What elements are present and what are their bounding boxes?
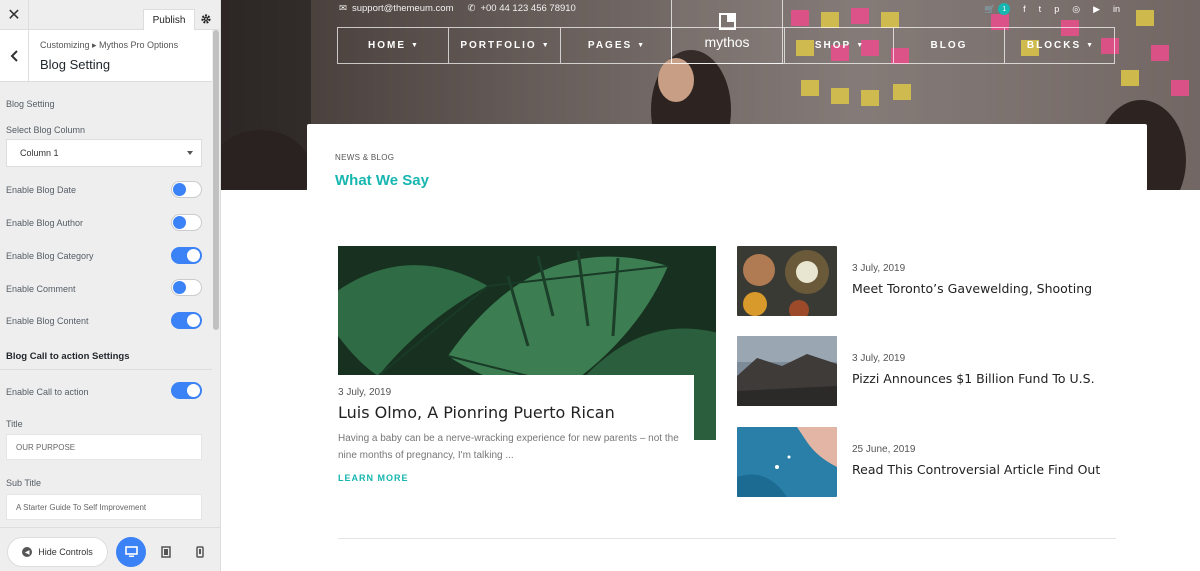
- chevron-down-icon: ▼: [541, 42, 549, 49]
- chevron-down-icon: ▼: [856, 42, 864, 49]
- nav-item-home[interactable]: HOME ▼: [338, 28, 449, 63]
- blog-date-toggle[interactable]: [171, 181, 202, 198]
- comment-toggle[interactable]: [171, 279, 202, 296]
- youtube-icon[interactable]: ▶: [1093, 4, 1100, 15]
- mail-icon: ✉: [339, 3, 347, 14]
- post-excerpt: Having a baby can be a nerve-wracking ex…: [338, 433, 679, 461]
- post-title[interactable]: Pizzi Announces $1 Billion Fund To U.S.: [852, 371, 1095, 386]
- post-date: 3 July, 2019: [852, 263, 906, 274]
- chevron-down-icon: ▼: [1086, 42, 1094, 49]
- list-item: 3 July, 2019 Meet Toronto’s Gavewelding,…: [737, 246, 1157, 316]
- sidebar-scrollbar[interactable]: [213, 30, 219, 330]
- title-label: Title: [6, 419, 23, 429]
- collapse-icon: ◀: [22, 547, 33, 557]
- site-preview: ✉ support@themeum.com ✆ +00 44 123 456 7…: [221, 0, 1200, 571]
- subtitle-field[interactable]: A Starter Guide To Self Improvement: [6, 494, 202, 520]
- post-date: 3 July, 2019: [852, 353, 906, 364]
- post-title[interactable]: Luis Olmo, A Pionring Puerto Rican: [338, 403, 615, 422]
- customizer-footer: ◀ Hide Controls: [0, 527, 220, 571]
- publish-button[interactable]: Publish: [143, 9, 195, 31]
- post-title[interactable]: Read This Controversial Article Find Out: [852, 462, 1100, 477]
- select-label: Select Blog Column: [6, 125, 86, 135]
- cart-count-badge: 1: [998, 3, 1011, 15]
- nav-item-shop[interactable]: SHOP ▼: [784, 28, 894, 63]
- customizer-window: ✕ Publish Customizing ▸ Mythos Pro Optio…: [0, 0, 1200, 571]
- email-text: support@themeum.com: [351, 3, 454, 14]
- instagram-icon[interactable]: ◎: [1072, 4, 1080, 15]
- hide-controls-label: Hide Controls: [38, 547, 93, 557]
- mobile-preview-icon[interactable]: [185, 537, 215, 567]
- linkedin-icon[interactable]: in: [1113, 4, 1120, 14]
- chevron-down-icon: ▼: [637, 42, 645, 49]
- toggle-label: Enable Comment: [6, 284, 76, 294]
- desktop-preview-icon[interactable]: [116, 537, 146, 567]
- select-value: Column 1: [20, 148, 59, 158]
- cart-icon[interactable]: 🛒: [984, 4, 995, 15]
- section-eyebrow: NEWS & BLOG: [335, 153, 395, 162]
- list-item: 3 July, 2019 Pizzi Announces $1 Billion …: [737, 336, 1157, 406]
- phone-contact[interactable]: ✆ +00 44 123 456 78910: [468, 3, 576, 14]
- nav-item-pages[interactable]: PAGES ▼: [561, 28, 672, 63]
- toggle-label: Enable Blog Author: [6, 218, 84, 228]
- twitter-icon[interactable]: t: [1039, 4, 1042, 14]
- title-field[interactable]: OUR PURPOSE: [6, 434, 202, 460]
- nav-item-blog[interactable]: BLOG: [894, 28, 1005, 63]
- blog-content-toggle[interactable]: [171, 312, 202, 329]
- site-logo[interactable]: mythos: [671, 0, 783, 64]
- facebook-icon[interactable]: f: [1023, 4, 1026, 14]
- post-thumbnail[interactable]: [737, 427, 837, 497]
- toggle-label: Enable Call to action: [6, 387, 89, 397]
- section-header: Customizing ▸ Mythos Pro Options Blog Se…: [0, 30, 212, 82]
- toggle-label: Enable Blog Content: [6, 316, 89, 326]
- logo-mark-icon: [718, 13, 736, 30]
- learn-more-link[interactable]: LEARN MORE: [338, 473, 409, 483]
- blog-author-toggle[interactable]: [171, 214, 202, 231]
- toggle-label: Enable Blog Date: [6, 185, 77, 195]
- blog-column-select[interactable]: Column 1: [6, 139, 202, 167]
- post-date: 25 June, 2019: [852, 444, 916, 455]
- chevron-down-icon: ▼: [411, 42, 418, 49]
- post-date: 3 July, 2019: [338, 387, 392, 398]
- toggle-label: Enable Blog Category: [6, 251, 94, 261]
- close-icon[interactable]: ✕: [0, 0, 29, 30]
- section-title: Blog Setting: [40, 57, 111, 72]
- section-title: What We Say: [335, 172, 429, 189]
- subtitle-label: Sub Title: [6, 478, 42, 488]
- phone-icon: ✆: [467, 3, 476, 14]
- post-thumbnail[interactable]: [737, 246, 837, 316]
- nav-item-blocks[interactable]: BLOCKS ▼: [1005, 28, 1115, 63]
- blog-category-toggle[interactable]: [171, 247, 202, 264]
- post-thumbnail[interactable]: [737, 336, 837, 406]
- gear-icon[interactable]: [198, 10, 214, 28]
- section-heading-card: NEWS & BLOG What We Say: [307, 124, 1147, 204]
- group-heading: Blog Setting: [6, 99, 55, 109]
- divider: [338, 538, 1116, 539]
- divider: [0, 369, 212, 370]
- nav-item-portfolio[interactable]: PORTFOLIO ▼: [449, 28, 561, 63]
- tablet-preview-icon[interactable]: [151, 537, 181, 567]
- call-to-action-toggle[interactable]: [171, 382, 202, 399]
- cta-heading: Blog Call to action Settings: [6, 351, 130, 362]
- contact-bar: ✉ support@themeum.com ✆ +00 44 123 456 7…: [339, 3, 576, 14]
- social-bar: 🛒 1 f t p ◎ ▶ in: [984, 3, 1120, 15]
- customizer-sidebar: ✕ Publish Customizing ▸ Mythos Pro Optio…: [0, 0, 221, 571]
- pinterest-icon[interactable]: p: [1054, 4, 1059, 14]
- list-item: 25 June, 2019 Read This Controversial Ar…: [737, 427, 1157, 497]
- email-contact[interactable]: ✉ support@themeum.com: [339, 3, 454, 14]
- hide-controls-button[interactable]: ◀ Hide Controls: [7, 537, 108, 567]
- breadcrumb: Customizing ▸ Mythos Pro Options: [40, 40, 179, 50]
- phone-text: +00 44 123 456 78910: [480, 3, 576, 14]
- post-title[interactable]: Meet Toronto’s Gavewelding, Shooting: [852, 281, 1092, 296]
- chevron-down-icon: [187, 151, 193, 155]
- featured-post-card: 3 July, 2019 Luis Olmo, A Pionring Puert…: [333, 375, 694, 495]
- back-arrow-icon[interactable]: [0, 30, 29, 82]
- logo-text: mythos: [704, 34, 750, 50]
- customizer-header-bar: ✕ Publish: [0, 0, 220, 31]
